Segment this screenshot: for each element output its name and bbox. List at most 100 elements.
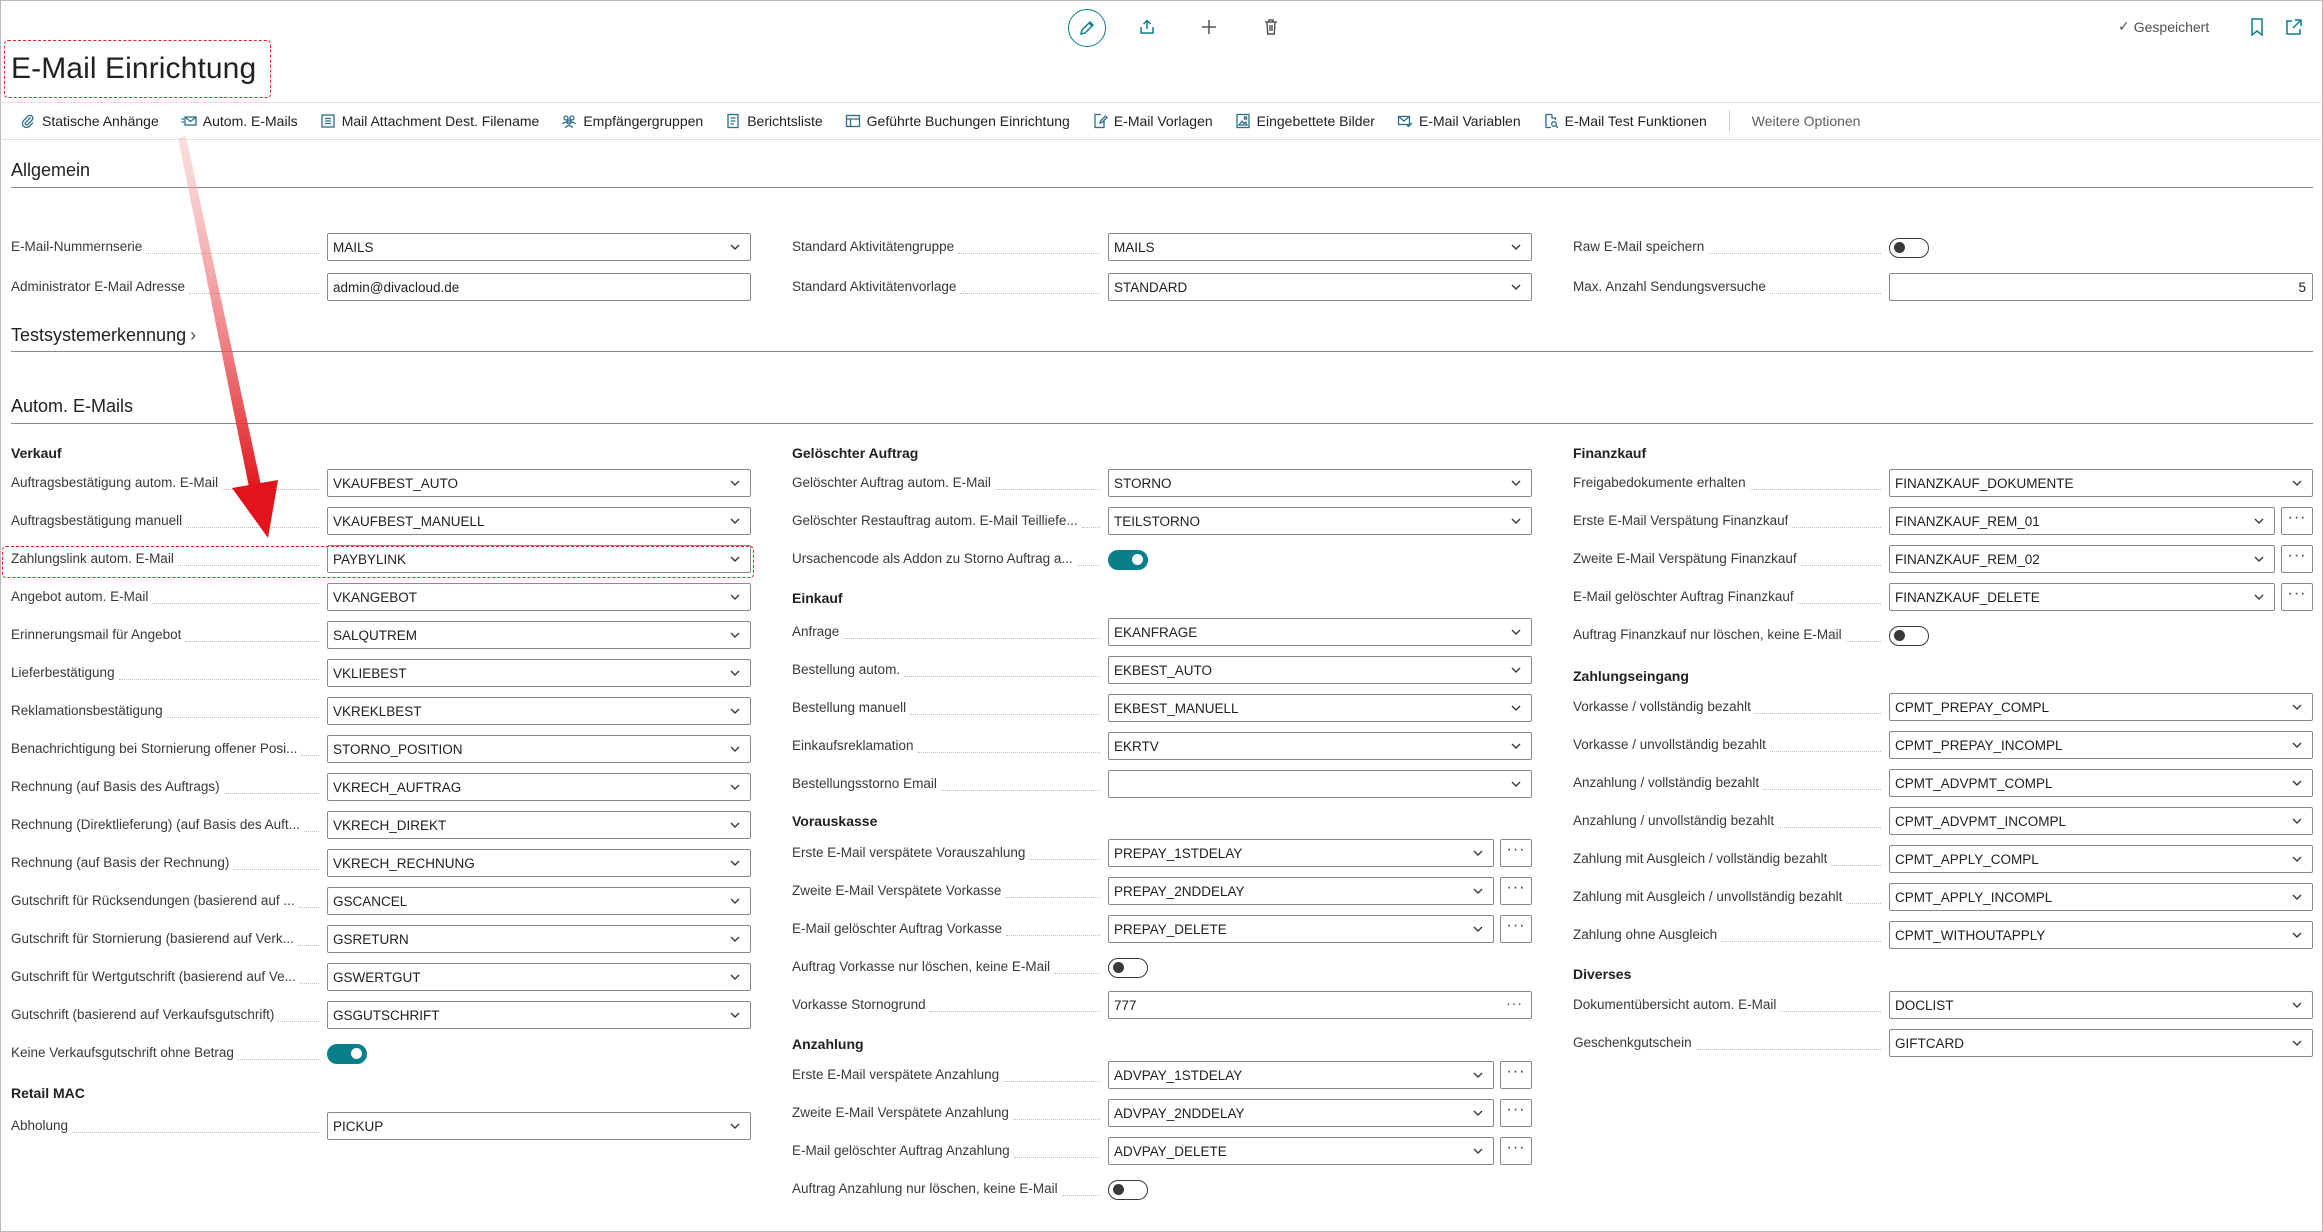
dropdown-field[interactable]: EKRTV: [1108, 732, 1532, 760]
chevron-down-icon[interactable]: [1471, 846, 1485, 860]
toolbar-guided-bookings[interactable]: Geführte Buchungen Einrichtung: [845, 113, 1070, 129]
dropdown-field[interactable]: CPMT_ADVPMT_COMPL: [1889, 769, 2313, 797]
edit-icon[interactable]: [1068, 9, 1106, 47]
section-allgemein[interactable]: Allgemein: [11, 160, 90, 181]
chevron-down-icon[interactable]: [728, 476, 742, 490]
dropdown-field[interactable]: VKRECH_RECHNUNG: [327, 849, 751, 877]
toggle-switch[interactable]: [327, 1044, 367, 1064]
chevron-down-icon[interactable]: [2290, 700, 2304, 714]
toolbar-embedded-images[interactable]: Eingebettete Bilder: [1235, 113, 1375, 129]
dropdown-field[interactable]: STANDARD: [1108, 273, 1532, 301]
dropdown-field[interactable]: TEILSTORNO: [1108, 507, 1532, 535]
chevron-down-icon[interactable]: [1509, 777, 1523, 791]
toolbar-mail-attachment-filename[interactable]: Mail Attachment Dest. Filename: [320, 113, 539, 129]
toggle-switch[interactable]: [1889, 626, 1929, 646]
chevron-down-icon[interactable]: [2290, 1036, 2304, 1050]
chevron-down-icon[interactable]: [2290, 998, 2304, 1012]
chevron-down-icon[interactable]: [1509, 240, 1523, 254]
chevron-down-icon[interactable]: [728, 628, 742, 642]
chevron-down-icon[interactable]: [1509, 663, 1523, 677]
dropdown-field[interactable]: STORNO_POSITION: [327, 735, 751, 763]
add-icon[interactable]: [1191, 9, 1227, 45]
dropdown-field[interactable]: 777 ···: [1108, 991, 1532, 1019]
chevron-down-icon[interactable]: [1471, 1068, 1485, 1082]
section-autom-emails[interactable]: Autom. E-Mails: [11, 396, 133, 417]
dropdown-field[interactable]: CPMT_WITHOUTAPPLY: [1889, 921, 2313, 949]
dropdown-field[interactable]: GSCANCEL: [327, 887, 751, 915]
dropdown-field[interactable]: PREPAY_DELETE: [1108, 915, 1494, 943]
dropdown-field[interactable]: GSWERTGUT: [327, 963, 751, 991]
dropdown-field[interactable]: ADVPAY_DELETE: [1108, 1137, 1494, 1165]
chevron-down-icon[interactable]: [2290, 814, 2304, 828]
dropdown-field[interactable]: CPMT_APPLY_COMPL: [1889, 845, 2313, 873]
chevron-down-icon[interactable]: [1471, 1144, 1485, 1158]
toggle-switch[interactable]: [1108, 1180, 1148, 1200]
chevron-down-icon[interactable]: [1509, 476, 1523, 490]
chevron-down-icon[interactable]: [2290, 928, 2304, 942]
chevron-down-icon[interactable]: [728, 856, 742, 870]
text-input[interactable]: admin@divacloud.de: [327, 273, 751, 301]
chevron-down-icon[interactable]: [728, 240, 742, 254]
more-options-button[interactable]: ···: [2281, 507, 2313, 535]
chevron-down-icon[interactable]: [2290, 852, 2304, 866]
toggle-switch[interactable]: [1108, 550, 1148, 570]
dropdown-field[interactable]: STORNO: [1108, 469, 1532, 497]
share-icon[interactable]: [1129, 9, 1165, 45]
chevron-down-icon[interactable]: [1471, 1106, 1485, 1120]
dropdown-field[interactable]: CPMT_PREPAY_COMPL: [1889, 693, 2313, 721]
chevron-down-icon[interactable]: [728, 704, 742, 718]
dropdown-field[interactable]: [1108, 770, 1532, 798]
chevron-down-icon[interactable]: [728, 780, 742, 794]
toolbar-report-list[interactable]: Berichtsliste: [725, 113, 823, 129]
chevron-down-icon[interactable]: [728, 1008, 742, 1022]
more-options-button[interactable]: ···: [1500, 877, 1532, 905]
dropdown-field[interactable]: DOCLIST: [1889, 991, 2313, 1019]
dropdown-field[interactable]: MAILS: [1108, 233, 1532, 261]
more-options-button[interactable]: ···: [1500, 915, 1532, 943]
chevron-down-icon[interactable]: [728, 666, 742, 680]
dropdown-field[interactable]: VKAUFBEST_AUTO: [327, 469, 751, 497]
dropdown-field[interactable]: MAILS: [327, 233, 751, 261]
dropdown-field[interactable]: ADVPAY_2NDDELAY: [1108, 1099, 1494, 1127]
chevron-down-icon[interactable]: [728, 742, 742, 756]
dropdown-field[interactable]: ADVPAY_1STDELAY: [1108, 1061, 1494, 1089]
chevron-down-icon[interactable]: [2290, 890, 2304, 904]
more-options-button[interactable]: ···: [2281, 583, 2313, 611]
chevron-down-icon[interactable]: [1509, 701, 1523, 715]
dropdown-field[interactable]: EKANFRAGE: [1108, 618, 1532, 646]
dropdown-field[interactable]: FINANZKAUF_DELETE: [1889, 583, 2275, 611]
chevron-down-icon[interactable]: [728, 970, 742, 984]
chevron-down-icon[interactable]: [1509, 280, 1523, 294]
chevron-down-icon[interactable]: [2290, 738, 2304, 752]
dropdown-field[interactable]: CPMT_APPLY_INCOMPL: [1889, 883, 2313, 911]
dropdown-field[interactable]: VKRECH_DIREKT: [327, 811, 751, 839]
chevron-down-icon[interactable]: [728, 514, 742, 528]
chevron-down-icon[interactable]: [1471, 884, 1485, 898]
chevron-down-icon[interactable]: [728, 932, 742, 946]
more-options-button[interactable]: ···: [2281, 545, 2313, 573]
text-input[interactable]: 5: [1889, 273, 2313, 301]
chevron-down-icon[interactable]: [2252, 590, 2266, 604]
toolbar-email-templates[interactable]: E-Mail Vorlagen: [1092, 113, 1213, 129]
dropdown-field[interactable]: VKAUFBEST_MANUELL: [327, 507, 751, 535]
chevron-down-icon[interactable]: [1509, 625, 1523, 639]
chevron-down-icon[interactable]: [2290, 776, 2304, 790]
toolbar-email-variables[interactable]: E-Mail Variablen: [1397, 113, 1521, 129]
chevron-down-icon[interactable]: [2252, 514, 2266, 528]
chevron-down-icon[interactable]: [1471, 922, 1485, 936]
chevron-down-icon[interactable]: [1509, 739, 1523, 753]
toolbar-email-test-functions[interactable]: E-Mail Test Funktionen: [1543, 113, 1707, 129]
dropdown-field[interactable]: GIFTCARD: [1889, 1029, 2313, 1057]
dropdown-field[interactable]: CPMT_PREPAY_INCOMPL: [1889, 731, 2313, 759]
bookmark-icon[interactable]: [2246, 16, 2268, 38]
toggle-switch[interactable]: [1889, 238, 1929, 258]
dropdown-field[interactable]: SALQUTREM: [327, 621, 751, 649]
popout-icon[interactable]: [2283, 16, 2305, 38]
dropdown-field[interactable]: VKREKLBEST: [327, 697, 751, 725]
chevron-down-icon[interactable]: [728, 590, 742, 604]
dropdown-field[interactable]: VKLIEBEST: [327, 659, 751, 687]
dropdown-field[interactable]: VKANGEBOT: [327, 583, 751, 611]
more-options-button[interactable]: ···: [1500, 839, 1532, 867]
dropdown-field[interactable]: CPMT_ADVPMT_INCOMPL: [1889, 807, 2313, 835]
ellipsis-icon[interactable]: ···: [1506, 995, 1523, 1011]
